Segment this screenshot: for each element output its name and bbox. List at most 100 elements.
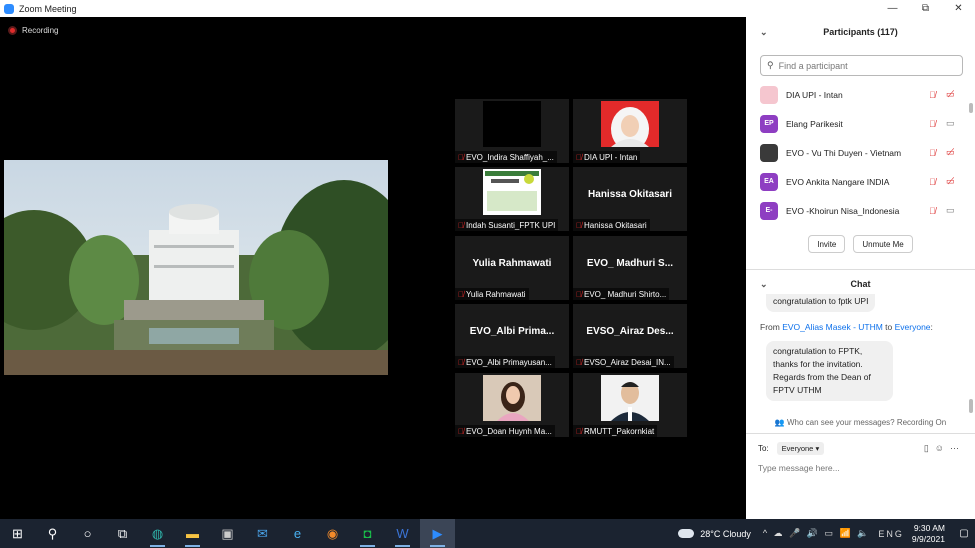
video-off-icon[interactable]: ▭̸ <box>946 147 955 158</box>
clock[interactable]: 9:30 AM 9/9/2021 <box>912 523 945 545</box>
video-tile[interactable]: 🎙̸ Indah Susanti_FPTK UPI <box>455 167 569 231</box>
unmute-me-button[interactable]: Unmute Me <box>853 235 913 253</box>
people-icon: 👥 <box>774 418 785 427</box>
collapse-chevron-icon[interactable]: ⌄ <box>760 27 768 38</box>
participant-name: EVO Ankita Nangare INDIA <box>786 176 890 187</box>
search-icon: ⚲ <box>767 60 774 70</box>
emoji-icon[interactable]: ☺ <box>935 443 950 453</box>
chat-visibility-note[interactable]: 👥 Who can see your messages? Recording O… <box>746 418 975 427</box>
notification-icon[interactable]: ▢ <box>953 528 975 539</box>
participant-name: EVO - Vu Thi Duyen - Vietnam <box>786 147 902 158</box>
internet-explorer-icon[interactable]: e <box>280 519 315 548</box>
muted-mic-icon[interactable]: 🎙̸ <box>929 119 936 129</box>
video-off-icon[interactable]: ▭̸ <box>946 176 955 187</box>
chat-input[interactable]: Type message here... <box>758 463 840 473</box>
title-bar: Zoom Meeting — ⧉ ✕ <box>0 0 975 17</box>
tile-name: 🎙̸ RMUTT_Pakornkiat <box>573 425 658 437</box>
participant-row[interactable]: EVO - Vu Thi Duyen - Vietnam 🎙̸ ▭̸ <box>746 138 975 167</box>
edge-icon[interactable]: ◍ <box>140 519 175 548</box>
file-icon[interactable]: ▯ <box>924 443 935 453</box>
search-icon[interactable]: ⚲ <box>35 519 70 548</box>
video-tile[interactable]: EVSO_Airaz Des... 🎙̸ EVSO_Airaz Desai_IN.… <box>573 304 687 368</box>
participant-name: DIA UPI - Intan <box>786 89 843 100</box>
video-tile[interactable]: 🎙̸ RMUTT_Pakornkiat <box>573 373 687 437</box>
record-icon <box>8 26 17 35</box>
mail-icon[interactable]: ✉ <box>245 519 280 548</box>
participant-photo <box>483 375 541 421</box>
chat-sender-line: From EVO_Alias Masek - UTHM to Everyone: <box>760 322 933 332</box>
shared-screen-video[interactable] <box>4 160 388 375</box>
zoom-taskbar-icon[interactable]: ▶ <box>420 519 455 548</box>
video-tile[interactable]: Yulia Rahmawati 🎙̸ Yulia Rahmawati <box>455 236 569 300</box>
store-icon[interactable]: ▣ <box>210 519 245 548</box>
recipient-name[interactable]: Everyone <box>895 322 931 332</box>
muted-mic-icon[interactable]: 🎙̸ <box>929 148 936 158</box>
firefox-icon[interactable]: ◉ <box>315 519 350 548</box>
tile-name: 🎙̸ EVO_ Madhuri Shirto... <box>573 288 670 300</box>
avatar: E- <box>760 201 778 220</box>
muted-mic-icon[interactable]: 🎙̸ <box>929 206 936 216</box>
video-on-icon[interactable]: ▭ <box>946 205 955 216</box>
cortana-icon[interactable]: ○ <box>70 519 105 548</box>
minimize-button[interactable]: — <box>876 0 909 17</box>
invite-button[interactable]: Invite <box>808 235 846 253</box>
tile-name: 🎙̸ EVO_Albi Primayusan... <box>455 356 555 368</box>
recipient-select[interactable]: Everyone ▾ <box>776 442 825 455</box>
taskbar: ⊞ ⚲ ○ ⧉ ◍ ▬ ▣ ✉ e ◉ ◘ W ▶ 28°C Cloudy ^ … <box>0 519 975 548</box>
muted-mic-icon[interactable]: 🎙̸ <box>929 177 936 187</box>
recording-indicator[interactable]: Recording <box>8 26 58 35</box>
participant-search-input[interactable]: ⚲ Find a participant <box>760 55 963 76</box>
video-tile[interactable]: 🎙̸ EVO_Indira Shaffiyah_... <box>455 99 569 163</box>
avatar <box>760 143 778 162</box>
participant-row[interactable]: EA EVO Ankita Nangare INDIA 🎙̸ ▭̸ <box>746 167 975 196</box>
tile-name: 🎙̸ EVSO_Airaz Desai_IN... <box>573 356 674 368</box>
video-tile[interactable]: Hanissa Okitasari 🎙̸ Hanissa Okitasari <box>573 167 687 231</box>
window-title: Zoom Meeting <box>19 3 77 14</box>
more-icon[interactable]: ⋯ <box>950 443 965 453</box>
participant-name: Elang Parikesit <box>786 118 843 129</box>
chat-message: congratulation to FPTK, thanks for the i… <box>766 341 893 401</box>
video-on-icon[interactable]: ▭ <box>946 118 955 129</box>
video-tile[interactable]: EVO_ Madhuri S... 🎙̸ EVO_ Madhuri Shirto.… <box>573 236 687 300</box>
video-tile[interactable]: EVO_Albi Prima... 🎙̸ EVO_Albi Primayusan.… <box>455 304 569 368</box>
muted-mic-icon[interactable]: 🎙̸ <box>929 90 936 100</box>
participant-name: EVO -Khoirun Nisa_Indonesia <box>786 205 900 216</box>
muted-mic-icon: 🎙̸ <box>458 289 464 299</box>
chat-scrollbar[interactable] <box>969 399 973 413</box>
side-panel: ⌄ Participants (117) ⚲ Find a participan… <box>746 17 975 519</box>
tray-icons[interactable]: ^ ☁ 🎤 🔊 ▭ 📶 🔈 <box>763 528 871 539</box>
video-off-icon[interactable]: ▭̸ <box>946 89 955 100</box>
tile-name: 🎙̸ Yulia Rahmawati <box>455 288 529 300</box>
line-app-icon[interactable]: ◘ <box>350 519 385 548</box>
video-tile[interactable]: 🎙̸ DIA UPI - Intan <box>573 99 687 163</box>
participant-row[interactable]: DIA UPI - Intan 🎙̸ ▭̸ <box>746 80 975 109</box>
participant-row[interactable]: E- EVO -Khoirun Nisa_Indonesia 🎙̸ ▭ <box>746 196 975 225</box>
meeting-area: Recording 🎙̸ EVO_Indira Shaffiyah_... 🎙̸… <box>0 17 746 519</box>
sender-name[interactable]: EVO_Alias Masek - UTHM <box>782 322 883 332</box>
cloud-icon <box>678 529 695 538</box>
participant-photo <box>601 375 659 421</box>
file-explorer-icon[interactable]: ▬ <box>175 519 210 548</box>
tile-name: 🎙̸ Hanissa Okitasari <box>573 219 650 231</box>
chat-recipient: To: Everyone ▾ <box>758 442 825 455</box>
restore-button[interactable]: ⧉ <box>909 0 942 17</box>
collapse-chevron-icon[interactable]: ⌄ <box>760 279 768 290</box>
participant-row[interactable]: EP Elang Parikesit 🎙̸ ▭ <box>746 109 975 138</box>
avatar: EP <box>760 114 778 133</box>
zoom-app-icon <box>4 3 14 14</box>
chat-header: ⌄ Chat <box>746 275 975 293</box>
close-button[interactable]: ✕ <box>942 0 975 17</box>
task-view-icon[interactable]: ⧉ <box>105 519 140 548</box>
chat-messages: congratulation to fptk UPI From EVO_Alia… <box>760 294 970 401</box>
word-icon[interactable]: W <box>385 519 420 548</box>
muted-mic-icon: 🎙̸ <box>576 152 582 162</box>
tile-display-name: Yulia Rahmawati <box>472 258 552 269</box>
weather-widget[interactable]: 28°C Cloudy <box>678 529 751 539</box>
participant-photo <box>601 101 659 147</box>
language-indicator[interactable]: ENG <box>878 529 904 539</box>
panel-divider <box>746 269 975 270</box>
video-tile[interactable]: 🎙̸ EVO_Doan Huynh Ma... <box>455 373 569 437</box>
windows-start-icon[interactable]: ⊞ <box>0 519 35 548</box>
participant-scrollbar[interactable] <box>969 103 973 113</box>
chat-tools: ▯☺⋯ <box>924 443 965 454</box>
